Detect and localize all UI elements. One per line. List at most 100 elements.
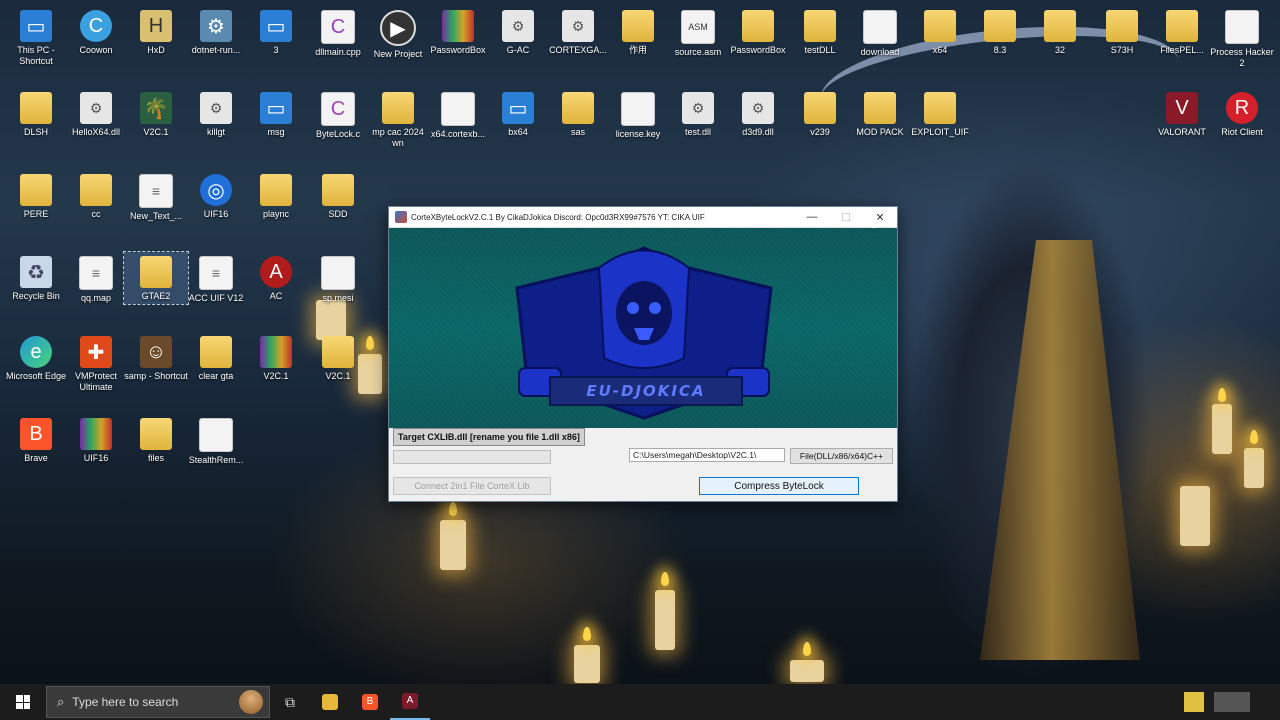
valorant-icon: V <box>1166 92 1198 124</box>
desktop-icon[interactable]: A AC <box>244 256 308 302</box>
search-highlight-icon <box>239 690 263 714</box>
hex-editor-icon: H <box>140 10 172 42</box>
desktop-icon[interactable]: C Coowon <box>64 10 128 56</box>
file-path-field[interactable]: C:\Users\megah\Desktop\V2C.1\ <box>629 448 785 462</box>
desktop-icon[interactable]: ⚙ G-AC <box>486 10 550 56</box>
desktop-icon[interactable]: e Microsoft Edge <box>4 336 68 382</box>
desktop-icon[interactable]: StealthRem... <box>184 418 248 466</box>
dll-icon: ⚙ <box>80 92 112 124</box>
desktop-icon[interactable]: SDD <box>306 174 370 220</box>
browser-icon: C <box>80 10 112 42</box>
desktop-icon[interactable]: V VALORANT <box>1150 92 1214 138</box>
desktop-icon[interactable]: S73H <box>1090 10 1154 56</box>
desktop-icon[interactable]: V2C.1 <box>244 336 308 382</box>
wallpaper-flame <box>583 627 591 641</box>
desktop-icon[interactable]: PasswordBox <box>726 10 790 56</box>
c-file-icon: C <box>321 92 355 126</box>
desktop-icon[interactable]: DLSH <box>4 92 68 138</box>
folder-icon <box>20 92 52 124</box>
desktop-icon[interactable]: ≡ ACC UIF V12 <box>184 256 248 304</box>
desktop-icon[interactable]: ▶ New Project <box>366 10 430 60</box>
taskbar-search-box[interactable]: ⌕ Type here to search <box>46 686 270 718</box>
minimize-button[interactable]: — <box>795 211 829 223</box>
desktop-icon-selected[interactable]: GTAE2 <box>123 251 189 305</box>
desktop-icon[interactable]: R Riot Client <box>1210 92 1274 138</box>
desktop-icon[interactable]: ⚙ killgt <box>184 92 248 138</box>
text-file-icon: ≡ <box>79 256 113 290</box>
edge-icon: e <box>20 336 52 368</box>
desktop-icon[interactable]: ▭ This PC - Shortcut <box>4 10 68 67</box>
desktop-icon[interactable]: B Brave <box>4 418 68 464</box>
dll-icon: ⚙ <box>200 92 232 124</box>
tray-notification-icon[interactable] <box>1214 692 1250 712</box>
desktop-icon[interactable]: PasswordBox <box>426 10 490 56</box>
media-icon: ▶ <box>380 10 416 46</box>
desktop-icon[interactable]: FilesPEL... <box>1150 10 1214 56</box>
desktop-icon[interactable]: 8.3 <box>968 10 1032 56</box>
desktop-icon[interactable]: license.key <box>606 92 670 140</box>
desktop-icon[interactable]: sas <box>546 92 610 138</box>
desktop-icon[interactable]: x64.cortexb... <box>426 92 490 140</box>
desktop-icon[interactable]: mp cac 2024 wn <box>366 92 430 149</box>
desktop-icon[interactable]: MOD PACK <box>848 92 912 138</box>
app-taskbar-button[interactable]: A <box>390 684 430 720</box>
file-explorer-button[interactable] <box>310 684 350 720</box>
desktop-icon[interactable]: ⚙ d3d9.dll <box>726 92 790 138</box>
desktop-icon[interactable]: ☺ samp - Shortcut <box>124 336 188 382</box>
desktop-icon[interactable]: files <box>124 418 188 464</box>
desktop-icon[interactable]: plaync <box>244 174 308 220</box>
select-file-button[interactable]: File(DLL/x86/x64)C++ <box>790 448 893 464</box>
folder-icon <box>20 174 52 206</box>
desktop-icon[interactable]: ≡ qq.map <box>64 256 128 304</box>
task-view-button[interactable]: ⧉ <box>270 684 310 720</box>
brave-icon: B <box>20 418 52 450</box>
folder-icon <box>622 10 654 42</box>
desktop-icon[interactable]: ▭ msg <box>244 92 308 138</box>
desktop-icon[interactable]: v239 <box>788 92 852 138</box>
tray-app-icon[interactable] <box>1184 692 1204 712</box>
desktop-icon[interactable]: C ByteLock.c <box>306 92 370 140</box>
desktop-icon[interactable]: 32 <box>1028 10 1092 56</box>
desktop-icon[interactable]: ◎ UIF16 <box>184 174 248 220</box>
desktop-icon[interactable]: H HxD <box>124 10 188 56</box>
desktop-icon[interactable]: x64 <box>908 10 972 56</box>
compress-bytelock-button[interactable]: Compress ByteLock <box>699 477 859 495</box>
desktop-icon[interactable]: Process Hacker 2 <box>1210 10 1274 69</box>
start-button[interactable] <box>0 684 46 720</box>
desktop-icon[interactable]: ⚙ CORTEXGA... <box>546 10 610 56</box>
desktop-icon[interactable]: V2C.1 <box>306 336 370 382</box>
wallpaper-candle <box>790 660 824 682</box>
wallpaper-candle <box>440 520 466 570</box>
maximize-button[interactable]: ☐ <box>829 211 863 224</box>
desktop-icon[interactable]: ✚ VMProtect Ultimate <box>64 336 128 393</box>
desktop-icon[interactable]: ⚙ test.dll <box>666 92 730 138</box>
wallpaper-flame <box>661 572 669 586</box>
desktop-icon[interactable]: download <box>848 10 912 58</box>
desktop-icon[interactable]: ⚙ HelloX64.dll <box>64 92 128 138</box>
connect-cortex-lib-button[interactable]: Connect 2in1 File CorteX Lib <box>393 477 551 495</box>
desktop-icon[interactable]: ⚙ dotnet-run... <box>184 10 248 56</box>
desktop-icon[interactable]: PERE <box>4 174 68 220</box>
wallpaper-flame <box>449 502 457 516</box>
title-bar[interactable]: CorteXByteLockV2.C.1 By CikaDJokica Disc… <box>389 207 897 229</box>
desktop-icon[interactable]: testDLL <box>788 10 852 56</box>
desktop-icon[interactable]: UIF16 <box>64 418 128 464</box>
desktop-icon[interactable]: 作用 <box>606 10 670 56</box>
desktop-icon[interactable]: ▭ bx64 <box>486 92 550 138</box>
desktop-icon[interactable]: 🌴 V2C.1 <box>124 92 188 138</box>
winrar-icon <box>260 336 292 368</box>
shield-app-icon: A <box>260 256 292 288</box>
file-icon <box>863 10 897 44</box>
desktop-icon[interactable]: EXPLOIT_UIF <box>908 92 972 138</box>
desktop-icon[interactable]: sp.mesi <box>306 256 370 304</box>
desktop-icon[interactable]: cc <box>64 174 128 220</box>
desktop-icon[interactable]: ASM source.asm <box>666 10 730 58</box>
desktop-icon[interactable]: Cdllmain.cpp <box>306 10 370 58</box>
desktop-icon[interactable]: clear gta <box>184 336 248 382</box>
brave-taskbar-button[interactable]: B <box>350 684 390 720</box>
system-tray <box>1184 692 1250 712</box>
desktop-icon[interactable]: ♻ Recycle Bin <box>4 256 68 302</box>
desktop-icon[interactable]: ≡ New_Text_... <box>124 174 188 222</box>
wallpaper-flame <box>803 642 811 656</box>
desktop-icon[interactable]: ▭ 3 <box>244 10 308 56</box>
